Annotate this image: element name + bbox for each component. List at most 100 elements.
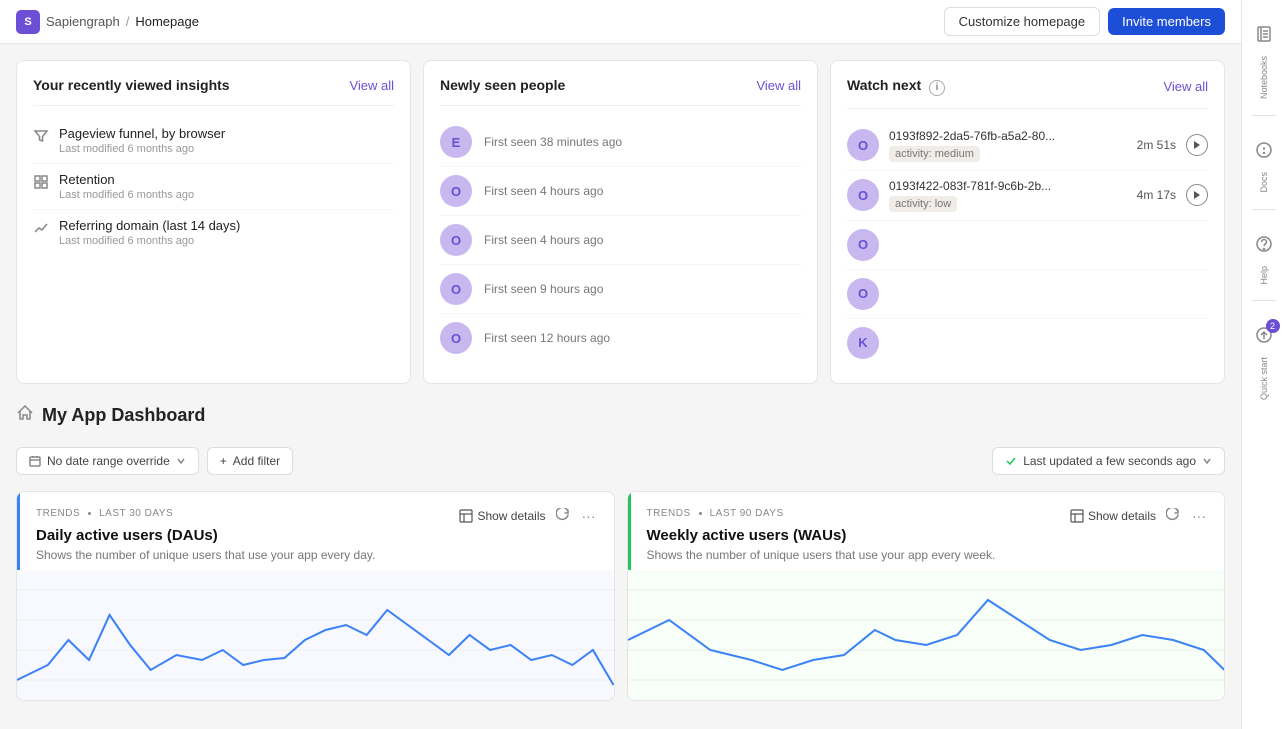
watch-info: 0193f422-083f-781f-9c6b-2b... activity: … bbox=[889, 179, 1127, 212]
trend-icon bbox=[33, 220, 49, 236]
date-range-filter-button[interactable]: No date range override bbox=[16, 447, 199, 475]
filter-left: No date range override + Add filter bbox=[16, 447, 293, 475]
list-item[interactable]: Referring domain (last 14 days) Last mod… bbox=[33, 210, 394, 255]
show-details-button[interactable]: Show details bbox=[1070, 509, 1156, 523]
list-item[interactable]: O First seen 9 hours ago bbox=[440, 265, 801, 314]
topbar-right: Customize homepage Invite members bbox=[944, 7, 1225, 36]
recently-viewed-title: Your recently viewed insights bbox=[33, 77, 230, 93]
add-filter-button[interactable]: + Add filter bbox=[207, 447, 293, 475]
top-cards-row: Your recently viewed insights View all P… bbox=[16, 60, 1225, 384]
right-sidebar: Notebooks Docs Help 2 Quick start bbox=[1241, 0, 1285, 729]
chart-meta: TRENDS LAST 30 DAYS bbox=[36, 508, 173, 519]
check-icon bbox=[1005, 455, 1017, 467]
watch-badge: activity: medium bbox=[889, 146, 980, 162]
recently-viewed-card: Your recently viewed insights View all P… bbox=[16, 60, 411, 384]
avatar: O bbox=[440, 175, 472, 207]
list-item[interactable]: O bbox=[847, 221, 1208, 270]
watch-list: O 0193f892-2da5-76fb-a5a2-80... activity… bbox=[847, 121, 1208, 367]
chevron-down-icon bbox=[1202, 456, 1212, 466]
avatar: O bbox=[440, 224, 472, 256]
last-updated-button[interactable]: Last updated a few seconds ago bbox=[992, 447, 1225, 475]
chart-description: Shows the number of unique users that us… bbox=[36, 548, 598, 562]
list-item[interactable]: E First seen 38 minutes ago bbox=[440, 118, 801, 167]
play-button[interactable] bbox=[1186, 184, 1208, 206]
notebooks-icon[interactable] bbox=[1246, 16, 1282, 52]
notebooks-label: Notebooks bbox=[1259, 56, 1269, 99]
chart-meta-row: TRENDS LAST 90 DAYS Show details bbox=[647, 506, 1209, 527]
person-time: First seen 9 hours ago bbox=[484, 282, 603, 296]
list-item[interactable]: O 0193f892-2da5-76fb-a5a2-80... activity… bbox=[847, 121, 1208, 171]
watch-badge: activity: low bbox=[889, 196, 957, 212]
avatar: O bbox=[847, 278, 879, 310]
retention-icon bbox=[33, 174, 49, 190]
watch-next-card: Watch next i View all O 0193f892-2da5-76… bbox=[830, 60, 1225, 384]
help-icon[interactable] bbox=[1246, 226, 1282, 262]
play-button[interactable] bbox=[1186, 134, 1208, 156]
topbar: S Sapiengraph / Homepage Customize homep… bbox=[0, 0, 1241, 44]
divider bbox=[1252, 115, 1276, 116]
chart-meta: TRENDS LAST 90 DAYS bbox=[647, 508, 784, 519]
watch-next-header: Watch next i View all bbox=[847, 77, 1208, 96]
recently-viewed-view-all[interactable]: View all bbox=[349, 78, 394, 93]
docs-label: Docs bbox=[1259, 172, 1269, 193]
chart-meta-row: TRENDS LAST 30 DAYS Show details bbox=[36, 506, 598, 527]
avatar: O bbox=[440, 273, 472, 305]
chart-description: Shows the number of unique users that us… bbox=[647, 548, 1209, 562]
more-options-button[interactable]: ··· bbox=[580, 506, 598, 526]
divider bbox=[440, 105, 801, 106]
docs-icon[interactable] bbox=[1246, 132, 1282, 168]
insight-text: Pageview funnel, by browser Last modifie… bbox=[59, 126, 225, 155]
dot-separator bbox=[699, 512, 702, 515]
watch-id: 0193f422-083f-781f-9c6b-2b... bbox=[889, 179, 1127, 193]
quickstart-icon[interactable]: 2 bbox=[1246, 317, 1282, 353]
refresh-button[interactable] bbox=[1164, 506, 1182, 527]
avatar: K bbox=[847, 327, 879, 359]
watch-info: 0193f892-2da5-76fb-a5a2-80... activity: … bbox=[889, 129, 1127, 162]
watch-next-title: Watch next i bbox=[847, 77, 945, 96]
calendar-icon bbox=[29, 455, 41, 467]
more-options-button[interactable]: ··· bbox=[1190, 506, 1208, 526]
topbar-left: S Sapiengraph / Homepage bbox=[16, 10, 199, 34]
dau-chart-body bbox=[17, 570, 614, 700]
list-item[interactable]: O 0193f422-083f-781f-9c6b-2b... activity… bbox=[847, 171, 1208, 221]
wau-card-header: TRENDS LAST 90 DAYS Show details bbox=[628, 492, 1225, 570]
person-time: First seen 38 minutes ago bbox=[484, 135, 622, 149]
chart-actions: Show details ··· bbox=[1070, 506, 1208, 527]
refresh-button[interactable] bbox=[554, 506, 572, 527]
divider bbox=[1252, 300, 1276, 301]
show-details-button[interactable]: Show details bbox=[459, 509, 545, 523]
customize-homepage-button[interactable]: Customize homepage bbox=[944, 7, 1100, 36]
insight-text: Referring domain (last 14 days) Last mod… bbox=[59, 218, 240, 247]
list-item[interactable]: O bbox=[847, 270, 1208, 319]
plus-icon: + bbox=[220, 454, 227, 468]
list-item[interactable]: O First seen 12 hours ago bbox=[440, 314, 801, 362]
recently-viewed-header: Your recently viewed insights View all bbox=[33, 77, 394, 93]
dashboard-title: My App Dashboard bbox=[42, 405, 205, 426]
info-icon[interactable]: i bbox=[929, 80, 945, 96]
table-icon bbox=[1070, 509, 1084, 523]
list-item[interactable]: O First seen 4 hours ago bbox=[440, 216, 801, 265]
avatar: O bbox=[847, 129, 879, 161]
watch-time: 2m 51s bbox=[1137, 138, 1176, 152]
insight-text: Retention Last modified 6 months ago bbox=[59, 172, 194, 201]
list-item[interactable]: Pageview funnel, by browser Last modifie… bbox=[33, 118, 394, 164]
list-item[interactable]: O First seen 4 hours ago bbox=[440, 167, 801, 216]
dau-card-header: TRENDS LAST 30 DAYS Show details bbox=[17, 492, 614, 570]
app-logo: S bbox=[16, 10, 40, 34]
sidebar-help-section: Help bbox=[1246, 218, 1282, 293]
person-time: First seen 4 hours ago bbox=[484, 233, 603, 247]
divider bbox=[33, 105, 394, 106]
newly-seen-view-all[interactable]: View all bbox=[756, 78, 801, 93]
watch-next-view-all[interactable]: View all bbox=[1163, 79, 1208, 94]
dashboard-header: My App Dashboard bbox=[16, 400, 1225, 431]
list-item[interactable]: K bbox=[847, 319, 1208, 367]
home-icon bbox=[16, 404, 34, 427]
page-title: Homepage bbox=[135, 14, 199, 29]
dau-chart-card: TRENDS LAST 30 DAYS Show details bbox=[16, 491, 615, 701]
wau-chart-body bbox=[628, 570, 1225, 700]
newly-seen-card: Newly seen people View all E First seen … bbox=[423, 60, 818, 384]
list-item[interactable]: Retention Last modified 6 months ago bbox=[33, 164, 394, 210]
chart-cards-row: TRENDS LAST 30 DAYS Show details bbox=[16, 491, 1225, 701]
chart-title: Weekly active users (WAUs) bbox=[647, 527, 1209, 544]
invite-members-button[interactable]: Invite members bbox=[1108, 8, 1225, 35]
